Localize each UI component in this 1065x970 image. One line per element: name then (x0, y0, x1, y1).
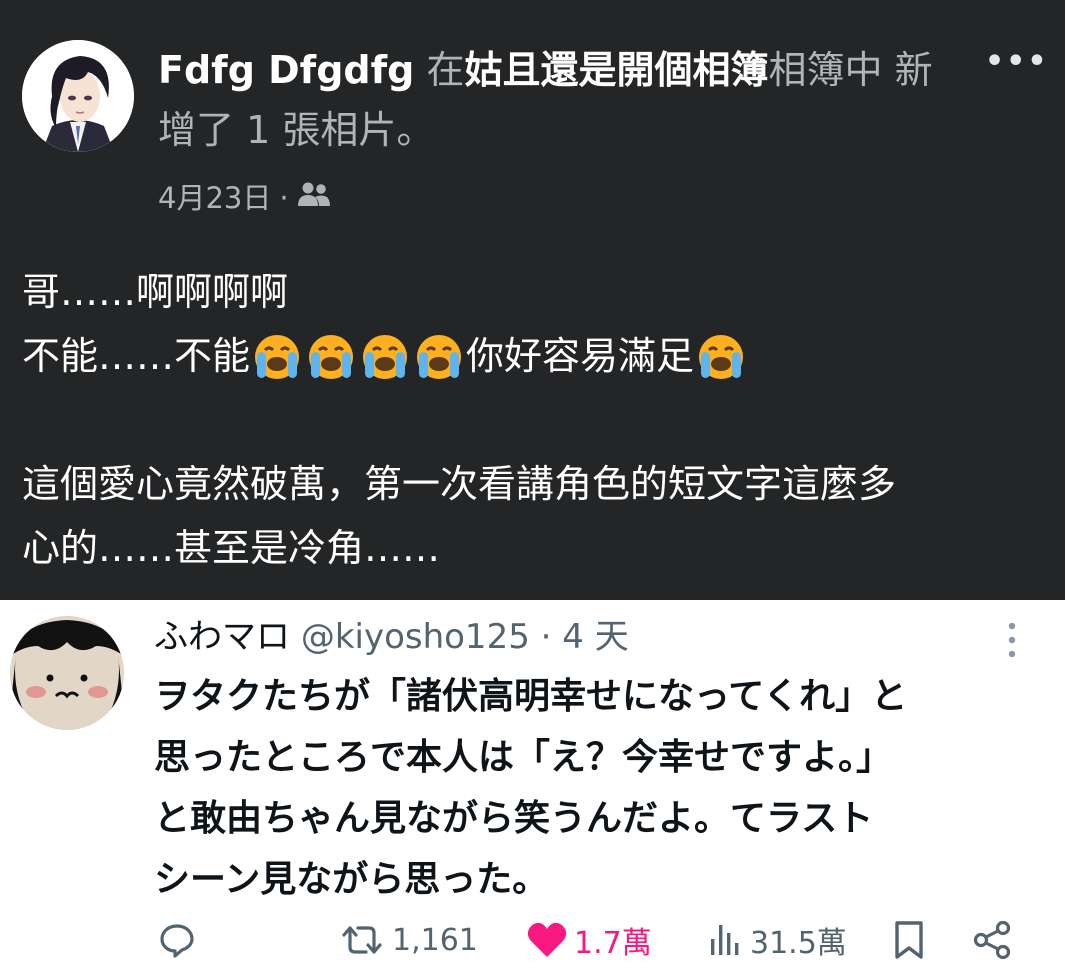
tweet-time[interactable]: 4 天 (562, 617, 628, 657)
crying-face-emoji-icon (251, 330, 303, 382)
user-handle[interactable]: @kiyosho125 (301, 617, 530, 657)
like-button[interactable]: 1.7萬 (526, 918, 652, 962)
bookmark-button[interactable] (892, 918, 926, 962)
views-icon (711, 925, 739, 955)
tweet-actions: 1,161 1.7萬 31.5萬 (0, 910, 1065, 970)
crying-face-emoji-icon (359, 330, 411, 382)
body-text: 不能……不能 (22, 334, 251, 378)
post-header: Fdfg Dfgdfg 在姑且還是開個相簿相簿中 新增了 1 張相片。 (158, 40, 958, 160)
display-name[interactable]: ふわマロ (154, 617, 290, 657)
friends-icon[interactable] (297, 178, 331, 218)
reply-button[interactable] (158, 918, 196, 962)
post-date[interactable]: 4月23日 (158, 178, 271, 218)
bookmark-icon (895, 921, 923, 959)
tweet-header: ふわマロ @kiyosho125 · 4 天 (154, 612, 629, 662)
post-body: 哥……啊啊啊啊 不能……不能 你好容易滿足 這個愛心竟然破萬，第一次看講角色的短… (22, 260, 1052, 580)
views-button[interactable]: 31.5萬 (708, 918, 847, 962)
header-prefix: 在 (426, 48, 465, 92)
more-options-button[interactable]: ••• (985, 42, 1047, 82)
reply-icon (160, 924, 194, 958)
views-count: 31.5萬 (750, 926, 847, 961)
body-line: 哥……啊啊啊啊 (22, 270, 289, 314)
avatar-illustration (10, 616, 124, 730)
avatar-illustration (22, 40, 134, 152)
tweet-line: ヲタクたちが「諸伏高明幸せになってくれ」と (154, 676, 908, 717)
body-line: 不能……不能 你好容易滿足 (22, 324, 1052, 388)
retweet-button[interactable]: 1,161 (338, 918, 478, 962)
tweet-author-avatar[interactable] (10, 616, 124, 730)
header-dot: · (540, 617, 552, 657)
tweet-text: ヲタクたちが「諸伏高明幸せになってくれ」と 思ったところで本人は「え？今幸せです… (154, 666, 1034, 910)
album-link[interactable]: 姑且還是開個相簿 (464, 48, 768, 92)
body-line: 心的……甚至是冷角…… (22, 526, 441, 570)
meta-separator: · (279, 181, 289, 215)
tweet: ふわマロ @kiyosho125 · 4 天 ヲタクたちが「諸伏高明幸せになって… (0, 600, 1065, 970)
like-count: 1.7萬 (574, 926, 652, 961)
header-suffix: 相簿中 (768, 48, 883, 92)
retweet-icon (342, 926, 382, 954)
facebook-post: Fdfg Dfgdfg 在姑且還是開個相簿相簿中 新增了 1 張相片。 ••• … (0, 0, 1065, 600)
body-line: 這個愛心竟然破萬，第一次看講角色的短文字這麼多 (22, 462, 897, 506)
more-vertical-icon[interactable] (1002, 618, 1022, 662)
share-button[interactable] (972, 918, 1012, 962)
crying-face-emoji-icon (413, 330, 465, 382)
author-avatar[interactable] (22, 40, 134, 152)
body-text: 你好容易滿足 (466, 334, 695, 378)
crying-face-emoji-icon (305, 330, 357, 382)
tweet-line: 思ったところで本人は「え？今幸せですよ。」 (154, 737, 893, 778)
author-name[interactable]: Fdfg Dfgdfg (158, 48, 414, 92)
share-icon (973, 920, 1011, 960)
tweet-line: シーン見ながら思った。 (154, 859, 549, 900)
crying-face-emoji-icon (695, 330, 747, 382)
heart-icon (527, 922, 567, 957)
post-meta: 4月23日 · (158, 178, 331, 218)
retweet-count: 1,161 (392, 922, 478, 958)
tweet-line: と敢由ちゃん見ながら笑うんだよ。てラスト (154, 798, 874, 839)
